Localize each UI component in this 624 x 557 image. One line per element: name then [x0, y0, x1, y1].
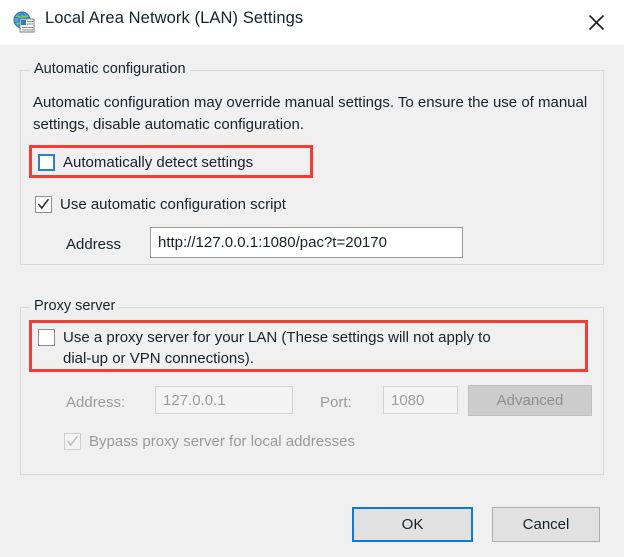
ok-button[interactable]: OK	[352, 507, 473, 542]
close-icon[interactable]	[576, 5, 616, 39]
checkbox-use-proxy-server[interactable]: Use a proxy server for your LAN (These s…	[38, 327, 491, 369]
checkbox-box-automatically-detect-settings[interactable]	[38, 154, 55, 171]
automatic-configuration-legend: Automatic configuration	[30, 61, 190, 77]
check-icon	[66, 435, 79, 447]
title-bar: Local Area Network (LAN) Settings	[0, 0, 624, 45]
checkbox-automatically-detect-settings[interactable]: Automatically detect settings	[38, 152, 253, 173]
proxy-port-input[interactable]: 1080	[383, 386, 458, 414]
checkbox-box-bypass-proxy-local-addresses[interactable]	[64, 433, 81, 450]
window-title: Local Area Network (LAN) Settings	[45, 9, 304, 27]
check-icon	[37, 198, 50, 210]
proxy-server-legend: Proxy server	[30, 298, 120, 314]
checkbox-box-use-proxy-server[interactable]	[38, 329, 55, 346]
proxy-address-input[interactable]: 127.0.0.1	[155, 386, 293, 414]
checkbox-box-use-automatic-configuration-script[interactable]	[35, 196, 52, 213]
advanced-button[interactable]: Advanced	[468, 385, 592, 416]
checkbox-use-automatic-configuration-script[interactable]: Use automatic configuration script	[35, 194, 286, 215]
pac-address-label: Address	[66, 236, 122, 253]
checkbox-label-bypass-proxy-local-addresses: Bypass proxy server for local addresses	[89, 433, 355, 450]
pac-address-input[interactable]: http://127.0.0.1:1080/pac?t=20170	[150, 227, 463, 258]
checkbox-label-use-automatic-configuration-script: Use automatic configuration script	[60, 196, 286, 213]
proxy-port-label: Port:	[320, 394, 352, 411]
automatic-configuration-description: Automatic configuration may override man…	[33, 94, 588, 133]
proxy-address-label: Address:	[66, 394, 126, 411]
checkbox-label-use-proxy-server: Use a proxy server for your LAN (These s…	[63, 329, 491, 367]
cancel-button[interactable]: Cancel	[492, 507, 600, 542]
checkbox-label-automatically-detect-settings: Automatically detect settings	[63, 154, 254, 171]
checkbox-bypass-proxy-local-addresses[interactable]: Bypass proxy server for local addresses	[64, 431, 355, 452]
lan-settings-icon	[13, 11, 35, 33]
